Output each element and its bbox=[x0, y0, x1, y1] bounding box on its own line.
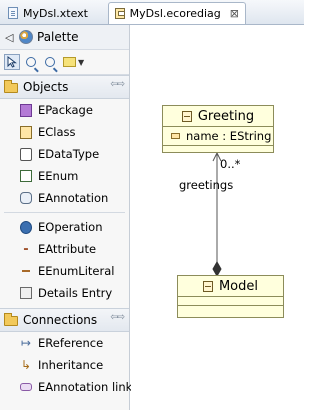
palette-item-label: EAnnotation bbox=[38, 191, 109, 205]
details-entry-icon bbox=[20, 287, 32, 299]
palette-panel: ◁ Palette ▼ Objects ⇦⇨ EPackage EClass E… bbox=[0, 25, 133, 410]
eclass-model[interactable]: Model bbox=[177, 275, 284, 318]
epackage-icon bbox=[20, 103, 32, 117]
eclass-name: Greeting bbox=[197, 108, 255, 124]
eenumliteral-icon bbox=[22, 270, 30, 272]
palette-item-label: EPackage bbox=[38, 103, 93, 117]
reference-connector[interactable] bbox=[131, 25, 304, 410]
palette-item-eattribute[interactable]: ‑ EAttribute bbox=[0, 238, 129, 260]
attributes-compartment bbox=[178, 297, 283, 306]
drawer-title: Objects bbox=[23, 80, 69, 94]
palette-item-epackage[interactable]: EPackage bbox=[0, 99, 129, 121]
folder-open-icon bbox=[4, 80, 18, 93]
palette-item-eenumliteral[interactable]: EEnumLiteral bbox=[0, 260, 129, 282]
collapse-palette-icon[interactable]: ◁ bbox=[5, 31, 15, 44]
eattribute-icon: ‑ bbox=[23, 241, 29, 257]
drawer-toggle-icon[interactable]: ⇦⇨ bbox=[110, 312, 125, 323]
palette-item-label: EOperation bbox=[38, 220, 103, 234]
palette-separator bbox=[4, 212, 125, 213]
palette-item-ereference[interactable]: ↦ EReference bbox=[0, 332, 129, 354]
palette-icon bbox=[19, 30, 33, 44]
drawer-connections[interactable]: Connections ⇦⇨ bbox=[0, 308, 129, 332]
palette-item-label: EAttribute bbox=[38, 242, 97, 256]
editor-tab-bar: MyDsl.xtext MyDsl.ecorediag ⊠ bbox=[0, 0, 304, 25]
composition-diamond-icon bbox=[212, 260, 222, 278]
palette-item-eoperation[interactable]: EOperation bbox=[0, 216, 129, 238]
eattribute-icon bbox=[171, 133, 180, 139]
palette-item-eannotation-link[interactable]: EAnnotation link bbox=[0, 376, 133, 398]
xtext-file-icon bbox=[8, 7, 18, 19]
diagram-canvas[interactable]: Greeting name : EString 0..* greetings M… bbox=[131, 25, 304, 410]
palette-item-edatatype[interactable]: EDataType bbox=[0, 143, 129, 165]
palette-toolbar: ▼ bbox=[0, 50, 129, 75]
palette-item-label: Details Entry bbox=[38, 286, 113, 300]
palette-header: ◁ Palette bbox=[0, 25, 129, 50]
ecore-diagram-icon bbox=[115, 8, 125, 19]
palette-item-label: EDataType bbox=[38, 147, 100, 161]
eclass-greeting[interactable]: Greeting name : EString bbox=[162, 105, 274, 153]
folder-open-icon bbox=[4, 313, 18, 326]
palette-item-label: EReference bbox=[38, 336, 104, 350]
tab-label: MyDsl.ecorediag bbox=[129, 7, 221, 20]
palette-item-eenum[interactable]: EEnum bbox=[0, 165, 129, 187]
eclass-header: Greeting bbox=[163, 106, 273, 127]
palette-item-inheritance[interactable]: ↳ Inheritance bbox=[0, 354, 129, 376]
tab-mydsl-ecorediag[interactable]: MyDsl.ecorediag ⊠ bbox=[108, 2, 246, 24]
chevron-down-icon[interactable]: ▼ bbox=[78, 58, 84, 67]
edatatype-icon bbox=[20, 147, 32, 161]
ereference-icon: ↦ bbox=[20, 336, 32, 350]
attribute-label: name : EString bbox=[186, 129, 272, 143]
close-tab-icon[interactable]: ⊠ bbox=[230, 7, 239, 20]
palette-item-details-entry[interactable]: Details Entry bbox=[0, 282, 129, 304]
note-icon bbox=[62, 57, 76, 67]
reference-name[interactable]: greetings bbox=[179, 178, 233, 192]
tab-label: MyDsl.xtext bbox=[23, 6, 88, 20]
zoom-in-button[interactable] bbox=[23, 54, 39, 70]
eannotation-icon bbox=[20, 192, 32, 204]
inheritance-icon: ↳ bbox=[20, 358, 32, 372]
eclass-name: Model bbox=[218, 278, 259, 294]
zoom-in-icon bbox=[26, 57, 36, 67]
eclass-header: Model bbox=[178, 276, 283, 297]
palette-item-label: EAnnotation link bbox=[38, 380, 133, 394]
palette-item-label: EEnum bbox=[38, 169, 79, 183]
drawer-objects[interactable]: Objects ⇦⇨ bbox=[0, 75, 129, 99]
palette-item-label: EEnumLiteral bbox=[38, 264, 115, 278]
zoom-out-button[interactable] bbox=[42, 54, 58, 70]
tab-mydsl-xtext[interactable]: MyDsl.xtext bbox=[2, 2, 106, 24]
attribute-row[interactable]: name : EString bbox=[163, 127, 273, 145]
eclass-icon bbox=[181, 110, 192, 122]
arrow-pointer-icon bbox=[7, 56, 17, 68]
eannotation-link-icon bbox=[20, 383, 32, 391]
eoperation-icon bbox=[20, 220, 32, 234]
palette-item-eannotation[interactable]: EAnnotation bbox=[0, 187, 129, 209]
palette-item-label: Inheritance bbox=[38, 358, 104, 372]
select-tool-button[interactable] bbox=[4, 54, 20, 70]
drawer-toggle-icon[interactable]: ⇦⇨ bbox=[110, 79, 125, 90]
operations-compartment bbox=[163, 145, 273, 154]
zoom-out-icon bbox=[45, 57, 55, 67]
drawer-title: Connections bbox=[23, 313, 98, 327]
eclass-icon bbox=[202, 280, 213, 292]
palette-item-eclass[interactable]: EClass bbox=[0, 121, 129, 143]
reference-multiplicity: 0..* bbox=[220, 157, 241, 171]
palette-item-label: EClass bbox=[38, 125, 76, 139]
note-tool-button[interactable] bbox=[61, 54, 77, 70]
eclass-icon bbox=[20, 125, 32, 139]
palette-title: Palette bbox=[37, 30, 79, 44]
eenum-icon bbox=[20, 170, 32, 182]
